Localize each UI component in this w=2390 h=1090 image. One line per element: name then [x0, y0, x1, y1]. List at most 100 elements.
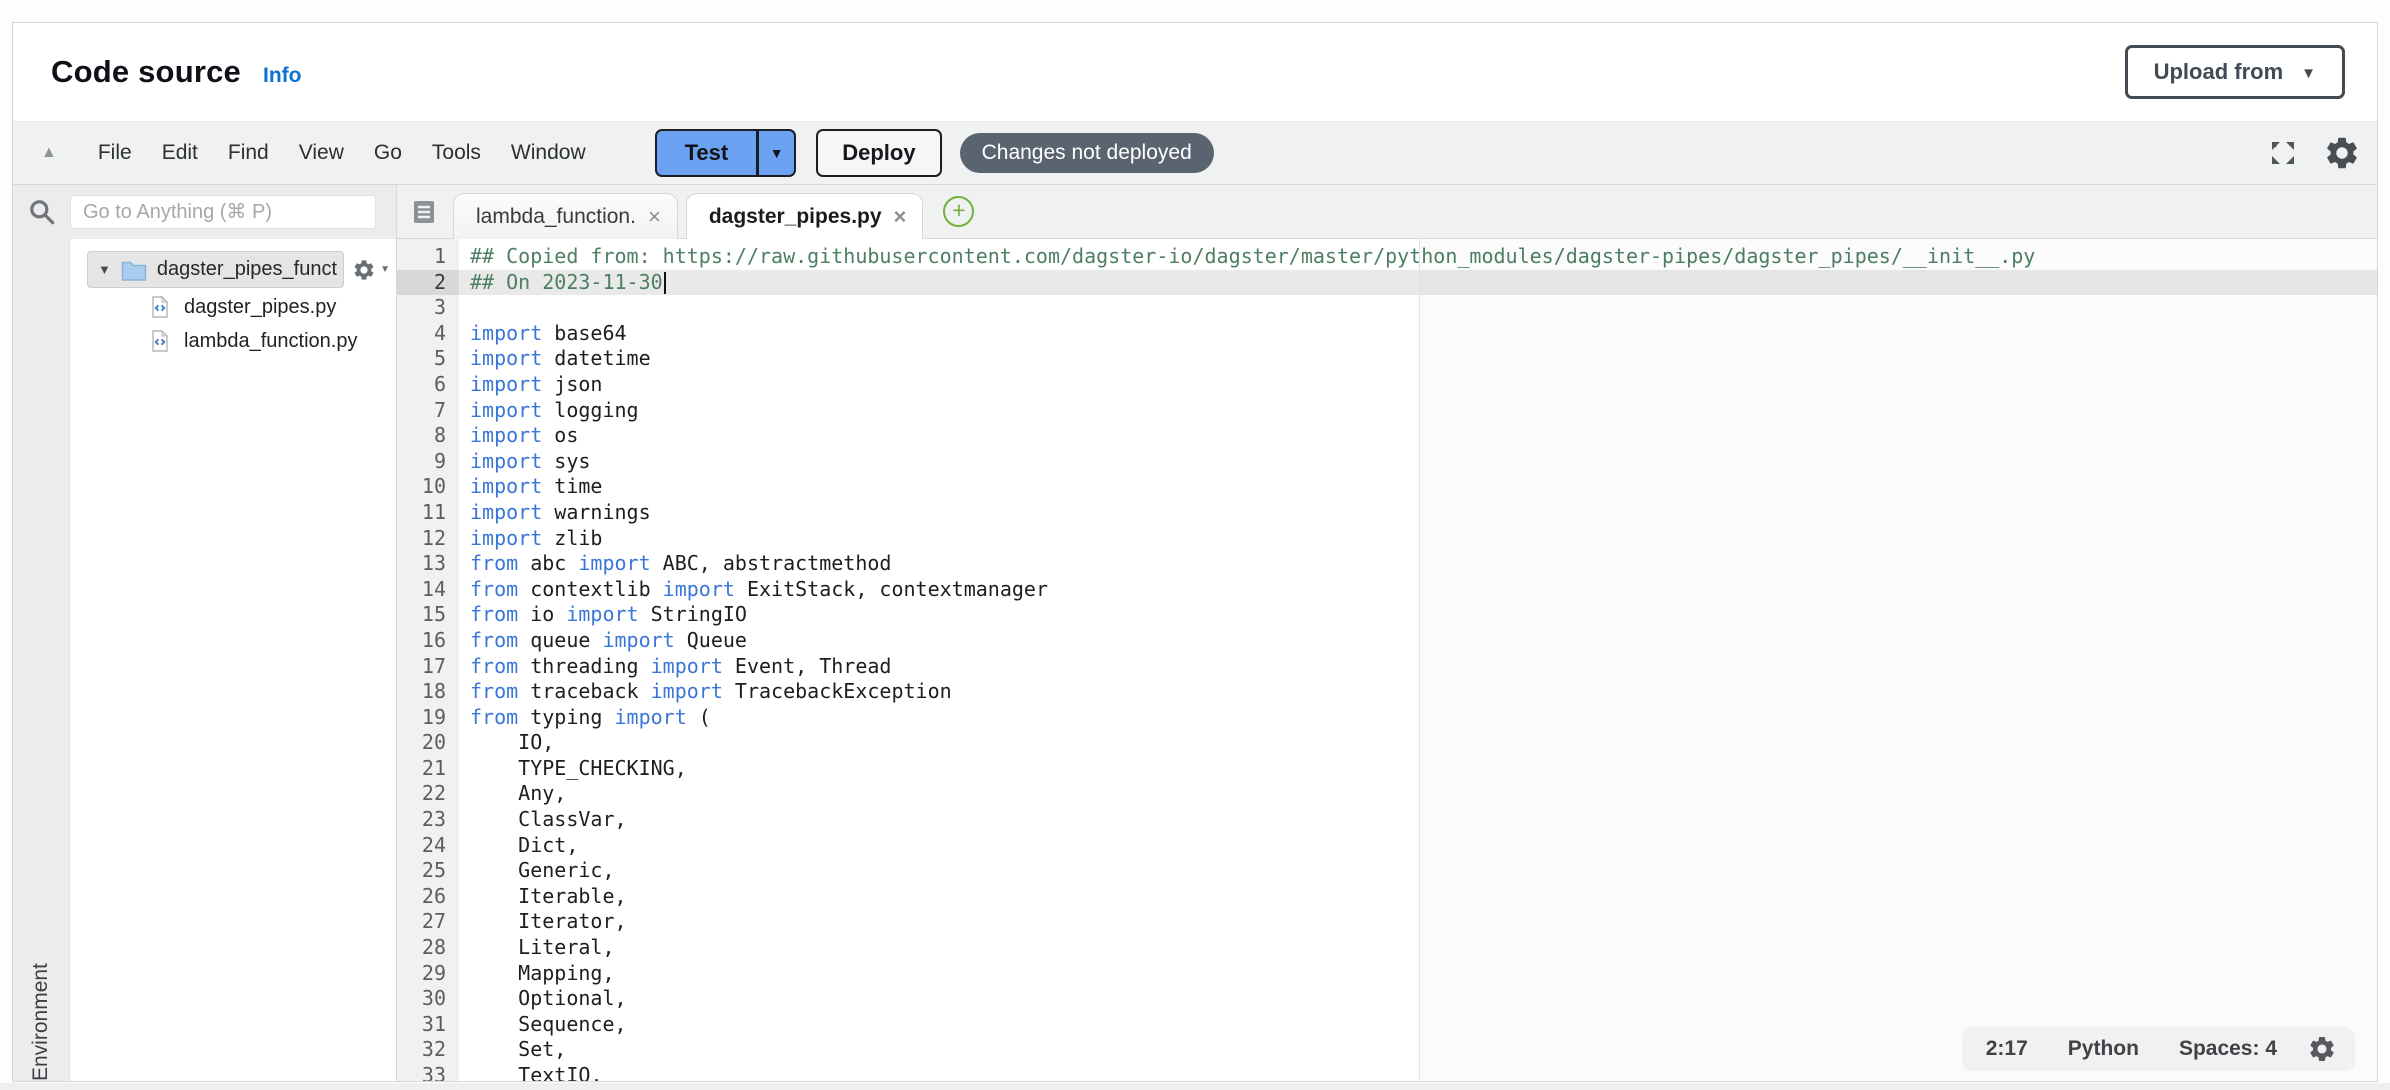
code-line[interactable]: IO,: [459, 730, 2377, 756]
code-content[interactable]: ## Copied from: https://raw.githubuserco…: [459, 239, 2377, 1081]
deploy-button[interactable]: Deploy: [816, 129, 941, 177]
gutter-line-number[interactable]: 13: [397, 551, 459, 577]
code-line[interactable]: from contextlib import ExitStack, contex…: [459, 577, 2377, 603]
code-line[interactable]: import time: [459, 474, 2377, 500]
upload-from-button[interactable]: Upload from ▼: [2125, 45, 2345, 99]
menu-item-find[interactable]: Find: [213, 141, 284, 165]
gutter-line-number[interactable]: 23: [397, 807, 459, 833]
folder-settings-gear-icon[interactable]: ▼: [352, 258, 390, 282]
environment-panel-tab[interactable]: Environment: [13, 239, 70, 1081]
code-line[interactable]: TYPE_CHECKING,: [459, 756, 2377, 782]
cursor-position[interactable]: 2:17: [1986, 1037, 2028, 1061]
code-line[interactable]: from io import StringIO: [459, 602, 2377, 628]
test-button[interactable]: Test: [655, 129, 759, 177]
gutter-line-number[interactable]: 32: [397, 1037, 459, 1063]
fullscreen-expand-icon[interactable]: [2269, 139, 2297, 167]
gutter-line-number[interactable]: 11: [397, 500, 459, 526]
code-line[interactable]: import warnings: [459, 500, 2377, 526]
menu-item-file[interactable]: File: [83, 141, 147, 165]
code-line[interactable]: from queue import Queue: [459, 628, 2377, 654]
code-line[interactable]: import os: [459, 423, 2377, 449]
gutter-line-number[interactable]: 9: [397, 449, 459, 475]
gutter-line-number[interactable]: 21: [397, 756, 459, 782]
gutter-line-number[interactable]: 5: [397, 346, 459, 372]
gutter-line-number[interactable]: 3: [397, 295, 459, 321]
gutter-line-number[interactable]: 1: [397, 244, 459, 270]
code-line[interactable]: import zlib: [459, 526, 2377, 552]
gutter-line-number[interactable]: 12: [397, 526, 459, 552]
code-line[interactable]: Mapping,: [459, 961, 2377, 987]
code-line[interactable]: Dict,: [459, 833, 2377, 859]
gutter-line-number[interactable]: 29: [397, 961, 459, 987]
code-line[interactable]: import datetime: [459, 346, 2377, 372]
gutter-line-number[interactable]: 27: [397, 909, 459, 935]
gutter-line-number[interactable]: 6: [397, 372, 459, 398]
file-name: dagster_pipes.py: [184, 296, 336, 319]
code-line[interactable]: ClassVar,: [459, 807, 2377, 833]
gutter-line-number[interactable]: 7: [397, 398, 459, 424]
code-editor[interactable]: 1234567891011121314151617181920212223242…: [397, 239, 2377, 1081]
language-mode[interactable]: Python: [2068, 1037, 2139, 1061]
gutter-line-number[interactable]: 28: [397, 935, 459, 961]
tab-dagster_pipes_py[interactable]: dagster_pipes.py×: [686, 193, 924, 239]
gutter-line-number[interactable]: 15: [397, 602, 459, 628]
gutter-line-number[interactable]: 10: [397, 474, 459, 500]
close-tab-icon[interactable]: ×: [894, 206, 907, 228]
code-line[interactable]: Iterable,: [459, 884, 2377, 910]
gutter-line-number[interactable]: 2: [397, 270, 459, 296]
gutter-line-number[interactable]: 20: [397, 730, 459, 756]
gutter-line-number[interactable]: 16: [397, 628, 459, 654]
gutter-line-number[interactable]: 14: [397, 577, 459, 603]
tree-file-lambda_function.py[interactable]: lambda_function.py: [70, 324, 396, 358]
code-line[interactable]: import logging: [459, 398, 2377, 424]
code-line[interactable]: Optional,: [459, 986, 2377, 1012]
code-line[interactable]: from typing import (: [459, 705, 2377, 731]
code-line[interactable]: from threading import Event, Thread: [459, 654, 2377, 680]
gutter-line-number[interactable]: 8: [397, 423, 459, 449]
chevron-down-icon: ▼: [2301, 65, 2316, 82]
code-line[interactable]: Iterator,: [459, 909, 2377, 935]
tree-file-dagster_pipes.py[interactable]: dagster_pipes.py: [70, 290, 396, 324]
menu-item-tools[interactable]: Tools: [417, 141, 496, 165]
code-line[interactable]: ## Copied from: https://raw.githubuserco…: [459, 244, 2377, 270]
code-line[interactable]: ## On 2023-11-30: [459, 270, 2377, 296]
menu-item-go[interactable]: Go: [359, 141, 417, 165]
code-line[interactable]: from abc import ABC, abstractmethod: [459, 551, 2377, 577]
add-tab-icon[interactable]: +: [943, 196, 974, 227]
menu-item-view[interactable]: View: [284, 141, 359, 165]
gutter-line-number[interactable]: 24: [397, 833, 459, 859]
tree-folder[interactable]: ▼ dagster_pipes_funct: [87, 251, 344, 288]
code-line[interactable]: import json: [459, 372, 2377, 398]
gutter-line-number[interactable]: 26: [397, 884, 459, 910]
line-number-gutter[interactable]: 1234567891011121314151617181920212223242…: [397, 239, 459, 1081]
gutter-line-number[interactable]: 22: [397, 781, 459, 807]
gutter-line-number[interactable]: 30: [397, 986, 459, 1012]
folder-expand-caret-icon[interactable]: ▼: [98, 262, 111, 277]
code-line[interactable]: import sys: [459, 449, 2377, 475]
settings-gear-icon[interactable]: [2323, 134, 2361, 172]
gutter-line-number[interactable]: 25: [397, 858, 459, 884]
close-tab-icon[interactable]: ×: [648, 206, 661, 228]
gutter-line-number[interactable]: 18: [397, 679, 459, 705]
gutter-line-number[interactable]: 19: [397, 705, 459, 731]
indentation-setting[interactable]: Spaces: 4: [2179, 1037, 2277, 1061]
gutter-line-number[interactable]: 31: [397, 1012, 459, 1038]
code-line[interactable]: [459, 295, 2377, 321]
status-gear-icon[interactable]: [2307, 1034, 2337, 1064]
code-line[interactable]: from traceback import TracebackException: [459, 679, 2377, 705]
code-line[interactable]: Any,: [459, 781, 2377, 807]
info-link[interactable]: Info: [263, 64, 301, 88]
test-options-caret[interactable]: ▼: [758, 129, 796, 177]
code-line[interactable]: import base64: [459, 321, 2377, 347]
code-line[interactable]: Literal,: [459, 935, 2377, 961]
code-line[interactable]: Generic,: [459, 858, 2377, 884]
gutter-line-number[interactable]: 4: [397, 321, 459, 347]
menu-item-edit[interactable]: Edit: [147, 141, 213, 165]
tab-lambda_function_[interactable]: lambda_function.×: [453, 193, 678, 239]
collapse-panel-icon[interactable]: ▲: [41, 144, 57, 162]
goto-anything-input[interactable]: [70, 195, 376, 229]
gutter-line-number[interactable]: 33: [397, 1063, 459, 1081]
tab-list-icon[interactable]: [409, 197, 439, 227]
gutter-line-number[interactable]: 17: [397, 654, 459, 680]
menu-item-window[interactable]: Window: [496, 141, 601, 165]
